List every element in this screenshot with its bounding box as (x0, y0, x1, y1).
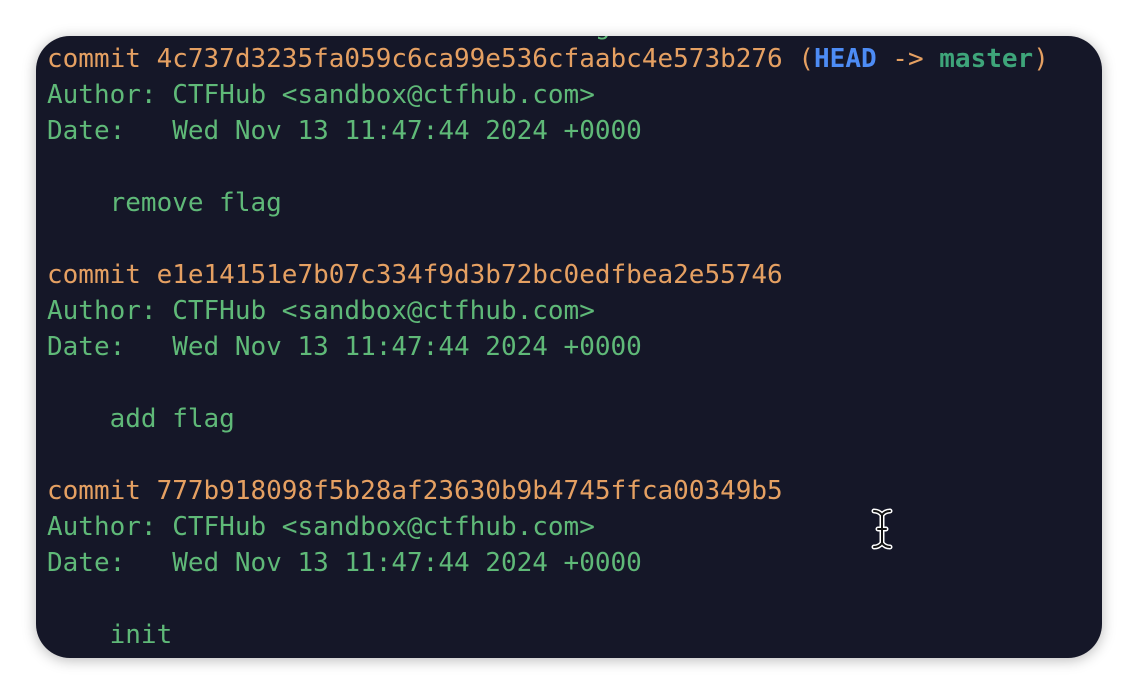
author-line-1: Author: CTFHub <sandbox@ctfhub.com> (47, 80, 595, 110)
text-cursor-icon (871, 508, 893, 550)
ref-close-paren: ) (1033, 44, 1049, 74)
commit-hash-1: commit 4c737d3235fa059c6ca99e536cfaabc4e… (47, 44, 783, 74)
head-ref: HEAD (814, 44, 877, 74)
branch-ref-master: master (939, 44, 1034, 74)
terminal-output[interactable]: g commit 4c737d3235fa059c6ca99e536cfaabc… (36, 36, 1102, 658)
author-line-2: Author: CTFHub <sandbox@ctfhub.com> (47, 296, 595, 326)
terminal-window[interactable]: g commit 4c737d3235fa059c6ca99e536cfaabc… (36, 36, 1102, 658)
commit-message-3: init (47, 620, 173, 650)
ref-open-paren: ( (782, 44, 815, 74)
ref-arrow: -> (876, 44, 940, 74)
commit-line-2: commit e1e14151e7b07c334f9d3b72bc0edfbea… (47, 260, 783, 290)
commit-line-3: commit 777b918098f5b28af23630b9b4745ffca… (47, 476, 783, 506)
date-line-2: Date: Wed Nov 13 11:47:44 2024 +0000 (47, 332, 642, 362)
date-line-3: Date: Wed Nov 13 11:47:44 2024 +0000 (47, 548, 642, 578)
author-line-3: Author: CTFHub <sandbox@ctfhub.com> (47, 512, 595, 542)
commit-message-1: remove flag (47, 188, 282, 218)
commit-line-1: commit 4c737d3235fa059c6ca99e536cfaabc4e… (47, 41, 1049, 77)
commit-message-2: add flag (47, 404, 235, 434)
date-line-1: Date: Wed Nov 13 11:47:44 2024 +0000 (47, 116, 642, 146)
